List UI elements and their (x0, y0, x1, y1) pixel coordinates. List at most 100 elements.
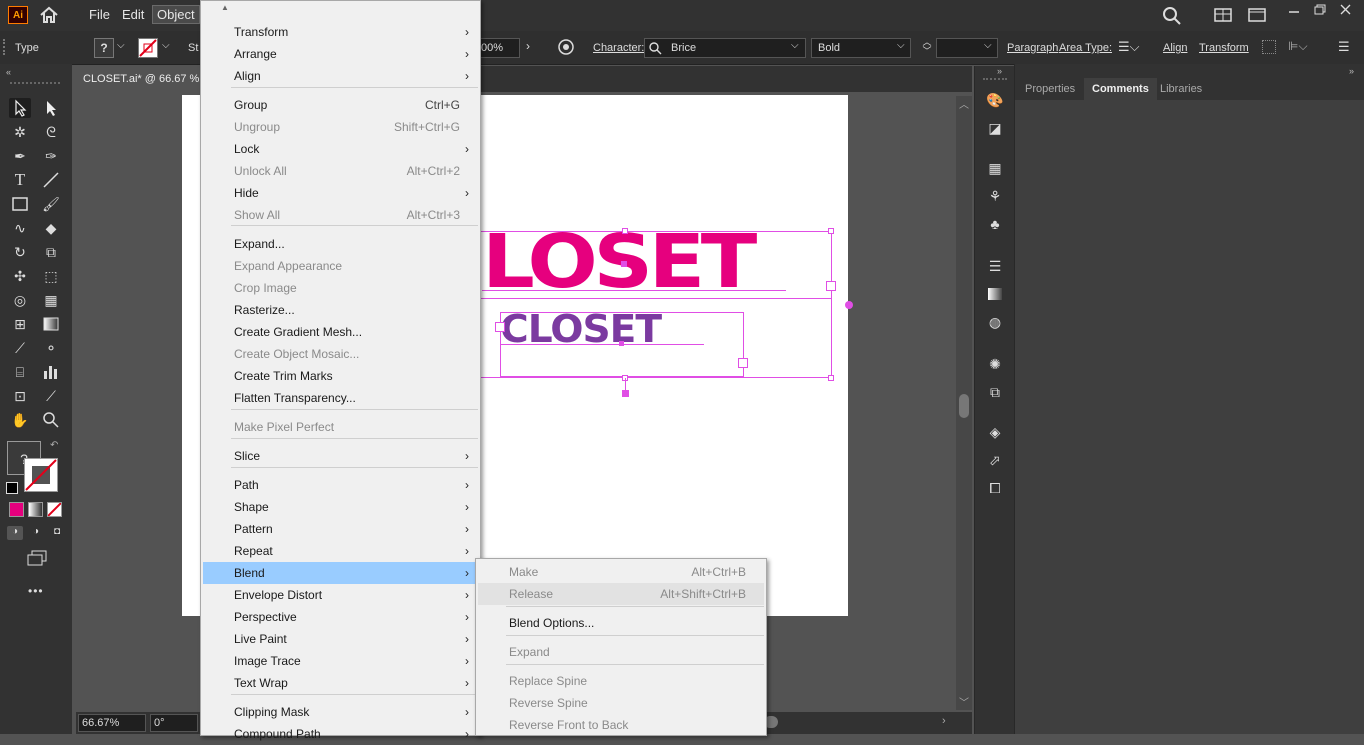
asset-export-icon[interactable]: ⧉ (984, 382, 1006, 402)
stroke-panel-icon[interactable]: ☰ (984, 256, 1006, 276)
magic-wand-tool-icon[interactable]: ✲ (9, 122, 31, 142)
rotate-anchor-handle[interactable] (845, 301, 853, 309)
screen-mode-icon[interactable] (26, 550, 48, 566)
tab-properties[interactable]: Properties (1017, 78, 1083, 100)
tab-libraries[interactable]: Libraries (1152, 78, 1210, 100)
workspace-icon[interactable] (1214, 8, 1232, 22)
stroke-dropdown-icon[interactable]: ⌵ (162, 40, 170, 51)
menu-item-expand-appearance[interactable]: Expand Appearance (203, 255, 478, 277)
menu-item-repeat[interactable]: Repeat › (203, 540, 478, 562)
shaper-tool-icon[interactable]: ∿ (9, 218, 31, 238)
gradient-mode-icon[interactable] (28, 502, 43, 517)
recolor-icon[interactable] (557, 38, 575, 56)
menu-item-hide[interactable]: Hide › (203, 182, 478, 204)
panel-menu-icon[interactable]: ☰ (1338, 39, 1350, 55)
mesh-tool-icon[interactable]: ⊞ (9, 314, 31, 334)
line-segment-tool-icon[interactable] (40, 170, 62, 190)
document-tab[interactable]: CLOSET.ai* @ 66.67 % (76, 66, 202, 92)
menu-item-create-gradient-mesh[interactable]: Create Gradient Mesh... (203, 321, 478, 343)
font-style-chevron-down-icon[interactable]: ⌵ (897, 40, 905, 51)
handle-top-middle[interactable] (622, 228, 628, 234)
menu-item-compound-path[interactable]: Compound Path › (203, 723, 478, 745)
isolate-icon[interactable] (1262, 40, 1276, 54)
draw-normal-icon[interactable]: ◑ (7, 526, 23, 540)
swap-fill-stroke-icon[interactable]: ↶ (50, 440, 58, 451)
handle-bottom-right[interactable] (828, 375, 834, 381)
rectangle-tool-icon[interactable] (9, 194, 31, 214)
zoom-field[interactable]: 66.67% (78, 714, 146, 732)
zoom-tool-icon[interactable] (40, 410, 62, 430)
menu-item-clipping-mask[interactable]: Clipping Mask › (203, 701, 478, 723)
symbol-sprayer-tool-icon[interactable]: ⌸ (9, 362, 31, 382)
menu-scroll-up-icon[interactable]: ▲ (221, 3, 229, 12)
small-text-center-handle[interactable] (619, 341, 624, 346)
gradient-tool-icon[interactable] (40, 314, 62, 334)
opacity-field[interactable]: 00% (480, 38, 520, 58)
shape-builder-tool-icon[interactable]: ◎ (9, 290, 31, 310)
transparency-icon[interactable]: ◍ (984, 312, 1006, 332)
slice-tool-icon[interactable]: ⟋ (40, 386, 62, 406)
gradient-panel-icon[interactable] (984, 284, 1006, 304)
type-tool-icon[interactable]: T (9, 170, 31, 190)
align-options-icon[interactable]: ⊫⌵ (1288, 39, 1308, 54)
puppet-warp-tool-icon[interactable]: ✣ (9, 266, 31, 286)
rotation-field[interactable]: 0° (150, 714, 198, 732)
stroke-color-box[interactable] (24, 458, 58, 492)
direct-selection-tool-icon[interactable] (40, 98, 62, 118)
blend-tool-icon[interactable]: ⚬ (40, 338, 62, 358)
arrange-docs-icon[interactable] (1248, 8, 1266, 22)
tab-comments[interactable]: Comments (1084, 78, 1157, 100)
blend-menu-item-reverse-spine[interactable]: Reverse Spine (478, 692, 764, 714)
stroke-swatch[interactable] (138, 38, 158, 58)
draw-inside-icon[interactable]: ◘ (49, 526, 65, 540)
selection-tool-icon[interactable] (9, 98, 31, 118)
free-transform-tool-icon[interactable]: ⬚ (40, 266, 62, 286)
menu-item-lock[interactable]: Lock › (203, 138, 478, 160)
menu-item-expand[interactable]: Expand... (203, 233, 478, 255)
home-icon[interactable] (38, 5, 60, 25)
blend-menu-item-expand[interactable]: Expand (478, 641, 764, 663)
vertical-scroll-thumb[interactable] (959, 394, 969, 418)
menu-item-crop-image[interactable]: Crop Image (203, 277, 478, 299)
menu-item-envelope-distort[interactable]: Envelope Distort › (203, 584, 478, 606)
opacity-arrow-icon[interactable]: › (526, 39, 530, 53)
area-type-options-icon[interactable]: ☰⌵ (1118, 39, 1140, 55)
perspective-grid-tool-icon[interactable]: ▦ (40, 290, 62, 310)
menu-edit[interactable]: Edit (118, 6, 148, 23)
edit-toolbar-icon[interactable]: ••• (28, 584, 44, 598)
menu-item-image-trace[interactable]: Image Trace › (203, 650, 478, 672)
menu-item-transform[interactable]: Transform › (203, 21, 478, 43)
links-icon[interactable]: ⧠ (984, 478, 1006, 498)
handle-middle-right[interactable] (826, 281, 836, 291)
scroll-down-icon[interactable]: ﹀ (959, 694, 969, 709)
blend-menu-item-blend-options[interactable]: Blend Options... (478, 612, 764, 634)
symbols-icon[interactable]: ♣ (984, 214, 1006, 234)
pen-tool-icon[interactable]: ✒ (9, 146, 31, 166)
panel-collapse-icon[interactable]: » (1349, 66, 1354, 76)
canvas-vertical-scrollbar[interactable]: ︿ ﹀ (956, 96, 972, 710)
menu-item-path[interactable]: Path › (203, 474, 478, 496)
lasso-tool-icon[interactable]: ᘓ (40, 122, 62, 142)
menu-item-align[interactable]: Align › (203, 65, 478, 87)
menu-item-show-all[interactable]: Show All Alt+Ctrl+3 (203, 204, 478, 226)
fill-swatch[interactable]: ? (94, 38, 114, 58)
blend-menu-item-make[interactable]: Make Alt+Ctrl+B (478, 561, 764, 583)
menu-item-flatten-transparency[interactable]: Flatten Transparency... (203, 387, 478, 409)
menu-file[interactable]: File (85, 6, 114, 23)
close-icon[interactable] (1338, 3, 1354, 17)
blend-menu-item-release[interactable]: Release Alt+Shift+Ctrl+B (478, 583, 764, 605)
color-mode-icon[interactable] (9, 502, 24, 517)
handle-center[interactable] (621, 261, 627, 267)
appearance-icon[interactable]: ◪ (984, 118, 1006, 138)
menu-item-pattern[interactable]: Pattern › (203, 518, 478, 540)
default-colors-icon[interactable] (6, 482, 18, 494)
paragraph-label[interactable]: Paragraph (1007, 42, 1058, 54)
layers-icon[interactable]: ◈ (984, 422, 1006, 442)
font-style-field[interactable]: Bold (811, 38, 911, 58)
artboard-tool-icon[interactable]: ⊡ (9, 386, 31, 406)
brushes-icon[interactable]: ⚘ (984, 186, 1006, 206)
handle-top-right[interactable] (828, 228, 834, 234)
menu-item-text-wrap[interactable]: Text Wrap › (203, 672, 478, 694)
font-family-chevron-down-icon[interactable]: ⌵ (791, 40, 799, 51)
small-text-right-handle[interactable] (738, 358, 748, 368)
